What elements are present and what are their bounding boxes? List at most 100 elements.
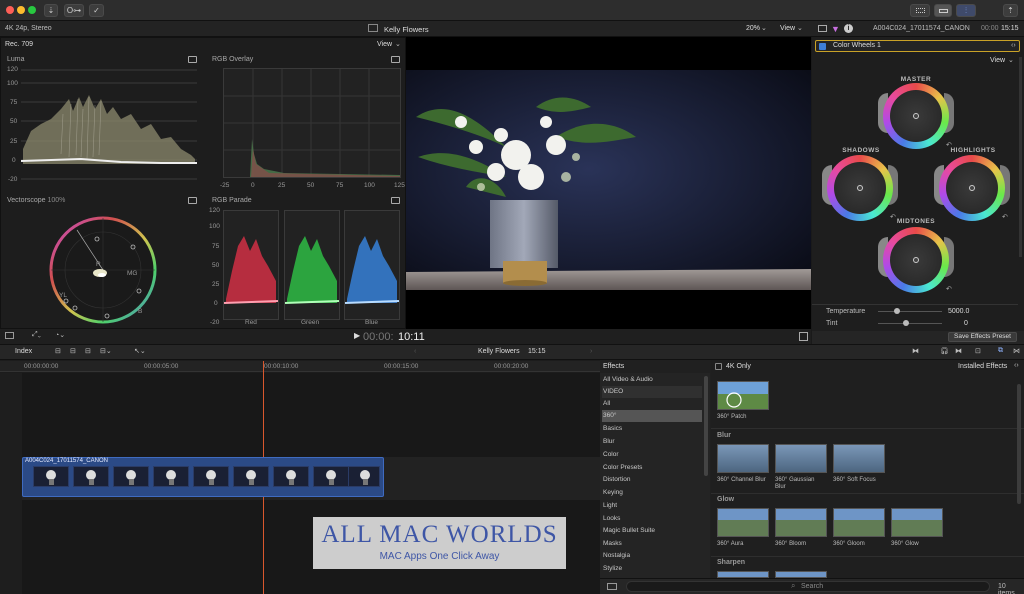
category-item[interactable]: VIDEO bbox=[602, 386, 702, 398]
category-item[interactable]: All Video & Audio bbox=[602, 374, 702, 386]
shadows-wheel[interactable]: ↶ bbox=[822, 155, 898, 221]
inspector-scrollbar[interactable] bbox=[1019, 57, 1022, 257]
effects-browser-icon[interactable]: ⧉ bbox=[998, 347, 1003, 355]
browser-toggle-button[interactable] bbox=[910, 4, 930, 17]
index-button[interactable]: Index bbox=[15, 348, 32, 355]
back-arrow-icon[interactable]: ‹ bbox=[414, 348, 416, 355]
midtones-wheel[interactable]: ↶ bbox=[878, 227, 954, 293]
transitions-icon[interactable]: ⋈ bbox=[1013, 347, 1020, 355]
category-item[interactable]: Distortion bbox=[602, 474, 702, 486]
close-window-button[interactable] bbox=[6, 6, 14, 14]
zoom-dropdown[interactable]: 20% bbox=[746, 25, 760, 32]
share-button[interactable]: ⇡ bbox=[1003, 4, 1018, 17]
tint-value[interactable]: 0 bbox=[964, 320, 968, 327]
inspector-view-menu[interactable]: View bbox=[990, 57, 1005, 64]
effect-selector[interactable]: Color Wheels 1 ‹› bbox=[815, 40, 1020, 52]
category-item[interactable]: Stylize bbox=[602, 563, 702, 575]
effect-enable-checkbox[interactable] bbox=[819, 43, 826, 50]
category-item[interactable]: Masks bbox=[602, 538, 702, 550]
audio-skimming-icon[interactable]: 🎧︎ bbox=[940, 347, 949, 355]
layout-icon[interactable] bbox=[5, 332, 14, 339]
scope-settings-icon[interactable] bbox=[188, 197, 197, 204]
insert-clip-icon[interactable]: ⊟ bbox=[70, 347, 76, 355]
save-effects-preset-button[interactable]: Save Effects Preset bbox=[948, 332, 1017, 342]
video-inspector-icon[interactable] bbox=[818, 25, 827, 32]
scope-settings-icon[interactable] bbox=[188, 56, 197, 63]
zoom-window-button[interactable] bbox=[28, 6, 36, 14]
effect-thumbnail[interactable] bbox=[775, 571, 827, 578]
category-item[interactable]: Light bbox=[602, 500, 702, 512]
effect-thumbnail[interactable] bbox=[717, 444, 769, 473]
color-puck[interactable] bbox=[969, 185, 975, 191]
highlights-wheel[interactable]: ↶ bbox=[934, 155, 1010, 221]
scopes-view-menu[interactable]: View bbox=[377, 41, 392, 48]
category-item[interactable]: Nostalgia bbox=[602, 550, 702, 562]
4k-only-checkbox[interactable] bbox=[715, 363, 722, 370]
installed-effects-menu[interactable]: Installed Effects bbox=[958, 363, 1007, 370]
category-item[interactable]: Blur bbox=[602, 436, 702, 448]
master-wheel[interactable]: ↶ bbox=[878, 83, 954, 149]
skimming-icon[interactable]: ⧓ bbox=[912, 347, 919, 355]
fullscreen-icon[interactable] bbox=[799, 332, 808, 341]
reset-icon[interactable]: ↶ bbox=[946, 285, 952, 293]
connect-clip-icon[interactable]: ⊟ bbox=[55, 347, 61, 355]
effect-thumbnail[interactable] bbox=[833, 508, 885, 537]
category-item[interactable]: Color bbox=[602, 449, 702, 461]
effect-thumbnail[interactable] bbox=[717, 381, 769, 410]
append-clip-icon[interactable]: ⊟ bbox=[85, 347, 91, 355]
forward-arrow-icon[interactable]: › bbox=[590, 348, 592, 355]
temperature-label: Temperature bbox=[826, 308, 866, 315]
tint-slider[interactable] bbox=[878, 323, 942, 324]
category-item[interactable]: All bbox=[602, 398, 702, 410]
import-button[interactable]: ⇣ bbox=[44, 4, 58, 17]
select-tool-icon[interactable]: ↖⌄ bbox=[134, 347, 146, 355]
effect-thumbnail[interactable] bbox=[775, 444, 827, 473]
color-puck[interactable] bbox=[913, 113, 919, 119]
effect-thumbnail[interactable] bbox=[717, 508, 769, 537]
info-icon[interactable]: i bbox=[844, 24, 853, 33]
timeline-toggle-button[interactable] bbox=[934, 4, 952, 17]
temperature-value[interactable]: 5000.0 bbox=[948, 308, 969, 315]
scope-settings-icon[interactable] bbox=[391, 197, 400, 204]
color-puck[interactable] bbox=[857, 185, 863, 191]
category-item[interactable]: Basics bbox=[602, 423, 702, 435]
color-wheel[interactable] bbox=[883, 227, 949, 293]
category-item-selected[interactable]: 360° bbox=[602, 410, 702, 422]
effect-thumbnail[interactable] bbox=[833, 444, 885, 473]
viewer[interactable] bbox=[406, 37, 811, 329]
timeline-ruler[interactable]: 00:00:00:00 00:00:05:00 00:00:10:00 00:0… bbox=[0, 361, 600, 372]
background-tasks-button[interactable]: ✓ bbox=[89, 4, 104, 17]
inspector-toggle-button[interactable]: ⫶ bbox=[956, 4, 976, 17]
scope-settings-icon[interactable] bbox=[391, 56, 400, 63]
sidebar-toggle-icon[interactable] bbox=[607, 583, 617, 590]
color-inspector-icon[interactable]: ▼ bbox=[831, 24, 840, 34]
effect-thumbnail[interactable] bbox=[775, 508, 827, 537]
temperature-knob[interactable] bbox=[894, 308, 900, 314]
snapping-icon[interactable]: ⊡ bbox=[975, 347, 981, 355]
color-puck[interactable] bbox=[913, 257, 919, 263]
transform-icon[interactable]: ⤢⌄ bbox=[32, 331, 41, 339]
effects-scrollbar[interactable] bbox=[1017, 384, 1021, 504]
overwrite-clip-icon[interactable]: ⊟⌄ bbox=[100, 347, 112, 355]
color-wheel[interactable] bbox=[939, 155, 1005, 221]
effects-search-field[interactable]: ⌕ Search bbox=[626, 581, 990, 592]
category-item[interactable]: Magic Bullet Suite bbox=[602, 525, 702, 537]
play-button[interactable]: ▶ bbox=[354, 331, 360, 340]
category-scrollbar[interactable] bbox=[704, 376, 708, 476]
category-item[interactable]: Keying bbox=[602, 487, 702, 499]
keywords-button[interactable]: O⊶ bbox=[64, 4, 84, 17]
tint-knob[interactable] bbox=[903, 320, 909, 326]
tick-label: -25 bbox=[220, 182, 230, 189]
category-item[interactable]: Looks bbox=[602, 513, 702, 525]
speed-icon[interactable]: ◔⌄ bbox=[55, 331, 65, 339]
reset-icon[interactable]: ↶ bbox=[1002, 213, 1008, 221]
solo-icon[interactable]: ⧓ bbox=[955, 347, 962, 355]
effect-thumbnail[interactable] bbox=[891, 508, 943, 537]
color-wheel[interactable] bbox=[883, 83, 949, 149]
category-item[interactable]: Color Presets bbox=[602, 462, 702, 474]
effect-thumbnail[interactable] bbox=[717, 571, 769, 578]
temperature-slider[interactable] bbox=[878, 311, 942, 312]
minimize-window-button[interactable] bbox=[17, 6, 25, 14]
viewer-view-menu[interactable]: View bbox=[780, 25, 795, 32]
color-wheel[interactable] bbox=[827, 155, 893, 221]
